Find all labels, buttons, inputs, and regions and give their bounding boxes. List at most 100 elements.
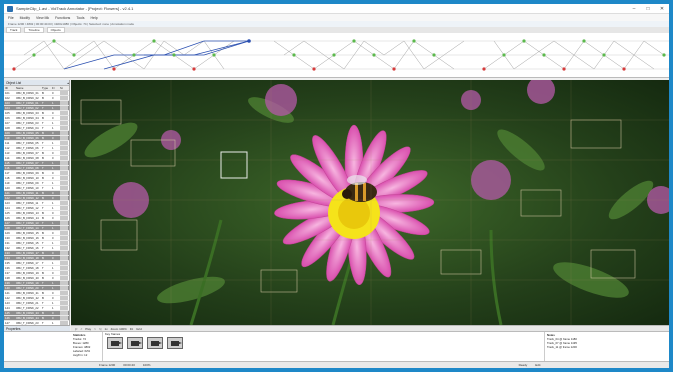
cell-name: OBJ_T_FRNK_08 (16, 166, 39, 170)
cell-status (60, 151, 68, 155)
cell-type: B (42, 296, 44, 300)
cell-type: B (42, 111, 44, 115)
cell-type: B (42, 256, 44, 260)
cell-type: B (42, 171, 44, 175)
timeline-graph[interactable] (4, 33, 669, 78)
maximize-button[interactable]: □ (641, 4, 655, 14)
cell-type: B (42, 311, 44, 315)
cell-id: 112 (5, 146, 10, 150)
cell-frame: 1 (52, 241, 54, 245)
cell-status (60, 311, 68, 315)
cell-frame: 0 (52, 211, 54, 215)
cell-id: 124 (5, 206, 10, 210)
track-timeline[interactable] (4, 33, 669, 78)
cell-name: OBJ_B_FRNK_07 (16, 151, 39, 155)
cell-status (60, 251, 68, 255)
cell-status (60, 241, 68, 245)
cell-status (60, 301, 68, 305)
bottom-panel: Statistics Tracks: 74 Boxes: 1280 Frames… (4, 331, 669, 362)
cell-type: B (42, 136, 44, 140)
fit-button[interactable]: Fit (130, 327, 133, 331)
cell-id: 126 (5, 216, 10, 220)
cell-status (60, 256, 68, 260)
cell-id: 101 (5, 91, 10, 95)
cell-status (60, 231, 68, 235)
cell-name: OBJ_T_FRNK_13 (16, 221, 39, 225)
menu-tools[interactable]: Tools (76, 16, 84, 20)
video-viewer[interactable] (71, 80, 669, 325)
go-start-button[interactable]: |< (75, 327, 78, 331)
cell-frame: 1 (52, 226, 54, 230)
column-name[interactable]: Name (16, 86, 42, 90)
prev-frame-button[interactable]: < (81, 327, 83, 331)
cell-name: OBJ_B_FRNK_11 (16, 191, 39, 195)
cell-id: 134 (5, 256, 10, 260)
cell-type: B (42, 316, 44, 320)
cell-type: T (42, 221, 44, 225)
cell-name: OBJ_B_FRNK_21 (16, 291, 39, 295)
cell-frame: 1 (52, 146, 54, 150)
cell-type: T (42, 166, 44, 170)
cell-id: 125 (5, 211, 10, 215)
keyframe-thumb-2[interactable] (127, 337, 143, 349)
menu-view[interactable]: View Mk (36, 16, 49, 20)
menu-file[interactable]: File (8, 16, 14, 20)
menu-functions[interactable]: Functions (55, 16, 70, 20)
cell-id: 116 (5, 166, 10, 170)
cell-type: T (42, 146, 44, 150)
cell-type: T (42, 201, 44, 205)
properties-title: Properties (6, 326, 21, 331)
column-frame[interactable]: Fr (52, 86, 60, 90)
menu-bar: File Modify View Mk Functions Tools Help (4, 14, 669, 21)
cell-frame: 0 (52, 291, 54, 295)
cell-status (60, 116, 68, 120)
keyframe-thumb-1[interactable] (107, 337, 123, 349)
zoom-level[interactable]: Zoom 100% (111, 327, 127, 331)
minimize-button[interactable]: – (627, 4, 641, 14)
cell-status (60, 126, 68, 130)
cell-frame: 1 (52, 286, 54, 290)
go-end-button[interactable]: >| (99, 327, 102, 331)
cell-frame: 0 (52, 111, 54, 115)
pin-icon[interactable]: ▴ (67, 81, 69, 85)
column-type[interactable]: Type (42, 86, 52, 90)
grid-toggle[interactable]: Grid (136, 327, 142, 331)
cell-frame: 0 (52, 131, 54, 135)
cell-name: OBJ_T_FRNK_05 (16, 141, 39, 145)
cell-frame: 0 (52, 136, 54, 140)
cell-status (60, 261, 68, 265)
column-id[interactable]: ID (4, 86, 16, 90)
cell-frame: 0 (52, 236, 54, 240)
speed-selector[interactable]: 1x (104, 327, 107, 331)
cell-name: OBJ_B_FRNK_14 (16, 216, 39, 220)
cell-frame: 0 (52, 191, 54, 195)
menu-modify[interactable]: Modify (20, 16, 30, 20)
cell-name: OBJ_B_FRNK_06 (16, 136, 39, 140)
cell-frame: 0 (52, 316, 54, 320)
note-item[interactable]: Track_11 @ frame 1200 (547, 345, 667, 349)
notes-panel: Notes Track_04 @ frame 1180 Track_07 @ f… (544, 332, 669, 362)
cell-type: B (42, 251, 44, 255)
cell-id: 117 (5, 171, 10, 175)
cell-frame: 1 (52, 126, 54, 130)
keyframe-thumb-4[interactable] (167, 337, 183, 349)
cell-status (60, 306, 68, 310)
close-button[interactable]: ✕ (655, 4, 669, 14)
cell-type: T (42, 286, 44, 290)
cell-name: OBJ_B_FRNK_10 (16, 176, 39, 180)
cell-name: OBJ_B_FRNK_12 (16, 196, 39, 200)
cell-frame: 1 (52, 206, 54, 210)
cell-status (60, 266, 68, 270)
cell-type: T (42, 106, 44, 110)
play-button[interactable]: Play (85, 327, 91, 331)
keyframe-thumb-3[interactable] (147, 337, 163, 349)
next-frame-button[interactable]: > (94, 327, 96, 331)
menu-help[interactable]: Help (90, 16, 97, 20)
cell-frame: 0 (52, 196, 54, 200)
cell-id: 121 (5, 191, 10, 195)
cell-status (60, 166, 68, 170)
video-frame[interactable] (71, 80, 669, 325)
column-status[interactable]: St (60, 86, 68, 90)
cell-name: OBJ_T_FRNK_18 (16, 266, 39, 270)
cell-id: 130 (5, 236, 10, 240)
